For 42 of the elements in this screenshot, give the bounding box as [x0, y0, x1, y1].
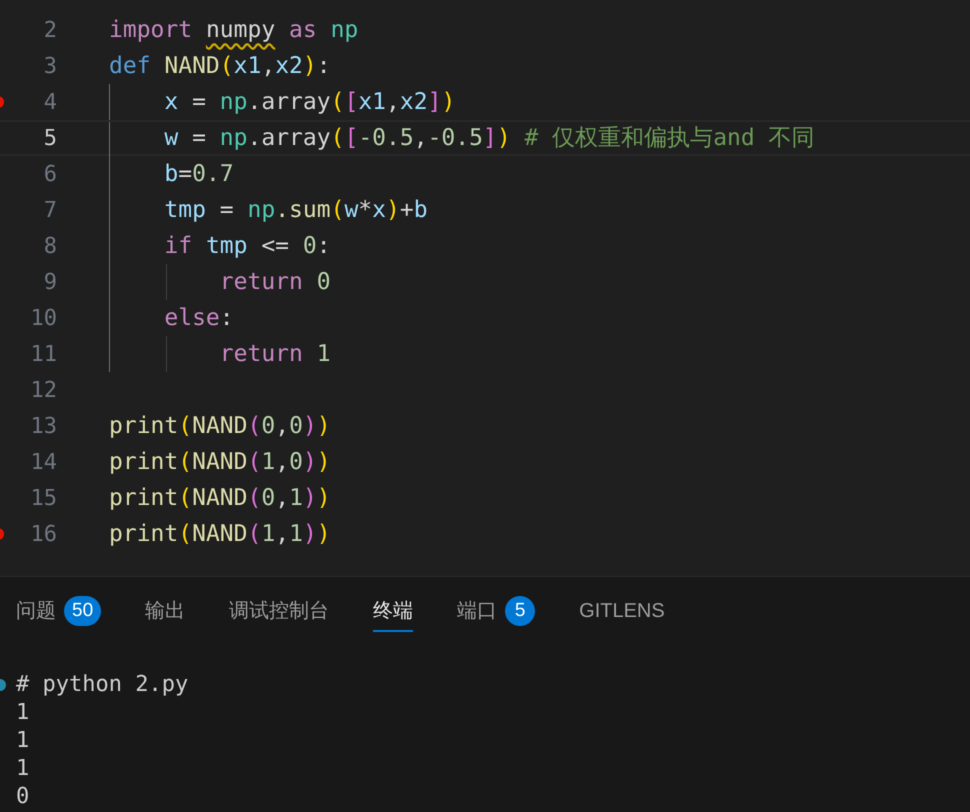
line-number: 12 [30, 376, 57, 404]
line-number: 10 [30, 304, 57, 332]
line-number: 2 [42, 16, 57, 44]
code-line: if tmp <= 0: [109, 228, 331, 264]
code-line: import numpy as np [109, 16, 358, 45]
code-line: print(NAND(1,0)) [109, 448, 331, 477]
panel-tab[interactable]: 输出 [145, 592, 186, 632]
line-number: 16 [30, 520, 57, 548]
line-number: 7 [42, 196, 57, 224]
terminal-output: 1 [16, 756, 30, 781]
code-line: else: [109, 300, 234, 336]
code-line: x = np.array([x1,x2]) [109, 84, 456, 120]
count-badge: 50 [64, 596, 102, 626]
code-line: print(NAND(0,0)) [109, 412, 331, 441]
terminal-command: # python 2.py [16, 672, 188, 697]
code-line: print(NAND(1,1)) [109, 520, 331, 549]
terminal-output: 1 [16, 728, 30, 753]
panel-tab[interactable]: 终端 [373, 592, 414, 632]
panel-tab[interactable]: 问题 50 [16, 592, 102, 632]
code-line: w = np.array([-0.5,-0.5]) # 仅权重和偏执与and 不同 [109, 122, 815, 154]
count-badge: 5 [505, 596, 536, 626]
line-number: 11 [30, 340, 57, 368]
code-line: return 0 [109, 264, 331, 300]
terminal-output: 1 [16, 700, 30, 725]
code-line: b=0.7 [109, 156, 234, 192]
panel-tab[interactable]: 端口 5 [457, 592, 536, 632]
line-number: 14 [30, 448, 57, 476]
code-line: def NAND(x1,x2): [109, 52, 331, 81]
code-line: tmp = np.sum(w*x)+b [109, 192, 428, 228]
line-number: 15 [30, 484, 57, 512]
code-line: print(NAND(0,1)) [109, 484, 331, 513]
line-number: 3 [42, 52, 57, 80]
line-number: 6 [42, 160, 57, 188]
line-number: 4 [42, 88, 57, 116]
line-number: 8 [42, 232, 57, 260]
panel-tab[interactable]: GITLENS [579, 592, 665, 632]
line-number: 9 [42, 268, 57, 296]
panel-tab[interactable]: 调试控制台 [229, 592, 330, 632]
line-number: 5 [42, 124, 57, 152]
code-line: return 1 [109, 336, 331, 372]
line-number: 13 [30, 412, 57, 440]
terminal-output: 0 [16, 784, 30, 809]
